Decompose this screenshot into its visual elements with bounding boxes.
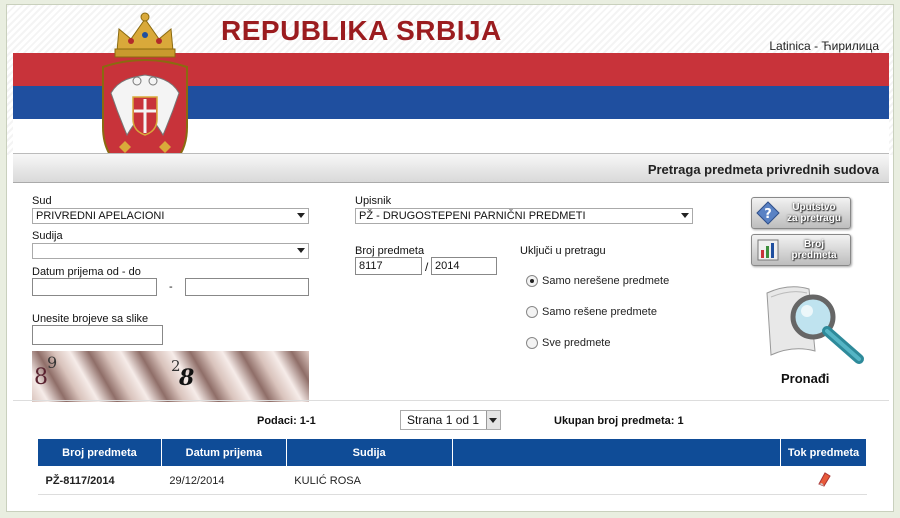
ukljuci-label: Uključi u pretragu <box>520 245 606 257</box>
captcha-input[interactable] <box>32 325 163 345</box>
table-header-row: Broj predmeta Datum prijema Sudija Tok p… <box>37 438 867 467</box>
captcha-digit: 9 <box>47 353 58 372</box>
chevron-down-icon <box>297 213 305 218</box>
svg-text:?: ? <box>764 207 772 222</box>
datum-label: Datum prijema od - do <box>32 266 141 278</box>
radio-reseni[interactable]: Samo rešene predmete <box>526 306 657 318</box>
broj-btn-line1: Broj <box>804 239 824 250</box>
radio-label: Samo nerešene predmete <box>542 275 670 287</box>
page-select[interactable]: Strana 1 od 1 <box>400 410 501 430</box>
radio-button[interactable] <box>526 337 538 349</box>
datum-od-input[interactable] <box>32 278 157 296</box>
radio-button[interactable] <box>526 306 538 318</box>
document-icon[interactable] <box>816 471 832 487</box>
lang-separator: - <box>814 39 819 53</box>
captcha-digit: 8 <box>179 365 195 391</box>
broj-predmeta-btn-label: Broj predmeta <box>784 239 844 261</box>
upisnik-select[interactable]: PŽ - DRUGOSTEPENI PARNIČNI PREDMETI <box>355 208 693 224</box>
uputstvo-label-line2: za pretragu <box>787 213 841 224</box>
uputstvo-label: Uputstvo za pretragu <box>784 202 844 224</box>
sud-select[interactable]: PRIVREDNI APELACIONI <box>32 208 309 224</box>
uputstvo-label-line1: Uputstvo <box>792 202 836 213</box>
results-table: Broj predmeta Datum prijema Sudija Tok p… <box>37 438 867 495</box>
ukupno-text: Ukupan broj predmeta: 1 <box>554 415 684 427</box>
radio-label: Sve predmete <box>542 337 611 349</box>
radio-nereseni[interactable]: Samo nerešene predmete <box>526 275 669 287</box>
captcha-digit: 8 <box>34 365 48 390</box>
lang-cyrillic-link[interactable]: Ћирилица <box>821 39 879 53</box>
sud-select-value: PRIVREDNI APELACIONI <box>36 210 165 222</box>
podaci-text: Podaci: 1-1 <box>257 415 316 427</box>
column-header: Tok predmeta <box>780 438 867 467</box>
page-title: REPUBLIKA SRBIJA <box>221 15 502 46</box>
broj-separator: / <box>425 260 429 274</box>
broj-predmeta-button[interactable]: Broj predmeta <box>751 234 851 266</box>
table-row[interactable]: PŽ-8117/2014 29/12/2014 KULIĆ ROSA <box>37 466 867 495</box>
search-button[interactable] <box>759 273 869 373</box>
datum-separator: - <box>169 281 173 293</box>
sud-label: Sud <box>32 195 52 207</box>
subheader-bar: Pretraga predmeta privrednih sudova <box>13 153 889 183</box>
search-label[interactable]: Pronađi <box>781 371 829 386</box>
crown-icon <box>114 12 176 58</box>
sudija-label: Sudija <box>32 230 63 242</box>
chart-icon <box>757 239 779 261</box>
lang-latin-link[interactable]: Latinica <box>769 39 810 53</box>
upisnik-label: Upisnik <box>355 195 392 207</box>
captcha-label: Unesite brojeve sa slike <box>32 313 149 325</box>
chevron-down-icon <box>489 418 497 423</box>
column-header[interactable]: Sudija <box>285 438 453 467</box>
broj-predmeta-label: Broj predmeta <box>355 245 425 257</box>
radio-sve[interactable]: Sve predmete <box>526 337 610 349</box>
captcha-image: 8 9 2 8 <box>32 351 309 402</box>
section-title: Pretraga predmeta privrednih sudova <box>647 162 879 177</box>
page-select-value: Strana 1 od 1 <box>407 413 480 427</box>
column-header <box>451 438 782 467</box>
radio-button[interactable] <box>526 275 538 287</box>
cell-extra <box>452 466 781 495</box>
chevron-down-icon <box>681 213 689 218</box>
datum-do-input[interactable] <box>185 278 309 296</box>
cell-tok[interactable] <box>780 466 867 495</box>
divider <box>13 400 889 401</box>
upisnik-select-value: PŽ - DRUGOSTEPENI PARNIČNI PREDMETI <box>359 210 586 222</box>
cell-broj[interactable]: PŽ-8117/2014 <box>37 466 162 495</box>
help-icon: ? <box>756 201 780 225</box>
radio-label: Samo rešene predmete <box>542 306 657 318</box>
language-switcher: Latinica - Ћирилица <box>769 39 879 53</box>
column-header[interactable]: Datum prijema <box>160 438 287 467</box>
sudija-select[interactable] <box>32 243 309 259</box>
broj-btn-line2: predmeta <box>791 250 837 261</box>
cell-datum: 29/12/2014 <box>161 466 287 495</box>
broj-predmeta-input[interactable]: 8117 <box>355 257 422 275</box>
uputstvo-button[interactable]: ? Uputstvo za pretragu <box>751 197 851 229</box>
column-header[interactable]: Broj predmeta <box>37 438 162 467</box>
chevron-down-icon <box>297 248 305 253</box>
page-frame: REPUBLIKA SRBIJA Latinica - Ћирилица Pre… <box>6 4 894 512</box>
godina-input[interactable]: 2014 <box>431 257 497 275</box>
cell-sudija: KULIĆ ROSA <box>286 466 453 495</box>
magnifier-icon <box>766 286 864 364</box>
